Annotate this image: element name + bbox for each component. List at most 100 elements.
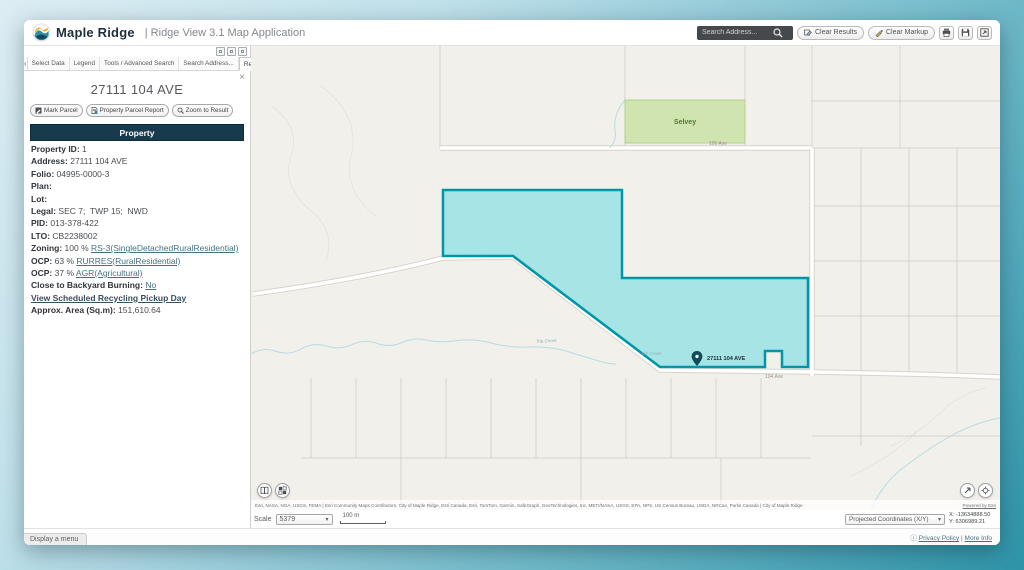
field-recycling-pickup: View Scheduled Recycling Pickup Day (31, 294, 243, 303)
results-panel: × 27111 104 AVE Mark Parcel (24, 71, 250, 315)
crosshair-icon (981, 486, 990, 495)
field-lot: Lot (31, 195, 243, 204)
mark-parcel-icon (35, 107, 42, 114)
field-zoning: Zoning100 % RS-3(SingleDetachedRuralResi… (31, 244, 243, 253)
maple-ridge-logo (32, 23, 51, 42)
app-header: Maple Ridge | Ridge View 3.1 Map Applica… (24, 20, 1000, 46)
ocp-rurres-link[interactable]: RURRES(RuralResidential) (76, 256, 180, 266)
scale-value: 5379 (280, 516, 296, 523)
owner-parcel[interactable]: Selvey (625, 100, 745, 143)
results-sidebar: ‹ Select Data Legend Tools / Advanced Se… (24, 46, 251, 528)
tab-search-address[interactable]: Search Address... (179, 57, 238, 70)
info-icon: ⓘ (910, 535, 917, 542)
map-attribution-bar: Esri, NASA, NGA, USGS, FEMA | Esri Commu… (251, 500, 1000, 510)
window-footer: ⓘ Privacy Policy | More Info (24, 528, 1000, 545)
status-hint-bubble: Display a menu (24, 533, 87, 545)
privacy-policy-link[interactable]: Privacy Policy (919, 535, 959, 542)
ocp-agr-link[interactable]: AGR(Agricultural) (76, 268, 143, 278)
report-icon (91, 107, 98, 114)
mark-parcel-button[interactable]: Mark Parcel (30, 104, 83, 117)
coordinate-system-value: Projected Coordinates (X/Y) (849, 516, 929, 523)
mark-parcel-label: Mark Parcel (44, 107, 78, 114)
sidebar-tabs: ‹ Select Data Legend Tools / Advanced Se… (24, 57, 250, 71)
owner-parcel-label: Selvey (674, 119, 696, 126)
clear-results-icon (804, 29, 812, 37)
x-coordinate: X: -13634888.50 (949, 512, 997, 519)
field-plan: Plan (31, 182, 243, 191)
powered-by-esri-link[interactable]: Powered by Esri (963, 503, 996, 508)
save-icon (961, 28, 970, 37)
field-property-id: Property ID1 (31, 145, 243, 154)
find-location-button[interactable] (978, 483, 993, 498)
zoom-to-result-label: Zoom to Result (186, 107, 229, 114)
tab-select-data[interactable]: Select Data (28, 57, 70, 70)
zoning-link[interactable]: RS-3(SingleDetachedRuralResidential) (91, 243, 238, 253)
field-ocp-rurres: OCP63 % RURRES(RuralResidential) (31, 257, 243, 266)
print-icon (942, 28, 951, 37)
close-results-icon[interactable]: × (239, 73, 245, 83)
result-actions: Mark Parcel Property Parcel Report (30, 104, 244, 117)
map-canvas[interactable]: Selvey 106 Ave 104 Ave Trib Creek Trib C… (251, 46, 1000, 510)
clear-results-label: Clear Results (815, 29, 857, 36)
expand-panel-icon[interactable] (238, 47, 247, 56)
street-label-104-ave: 104 Ave (765, 374, 783, 380)
more-info-link[interactable]: More Info (965, 535, 992, 542)
property-parcel-report-label: Property Parcel Report (100, 107, 164, 114)
basemap-grid-icon (278, 486, 287, 495)
property-fields: Property ID1 Address27111 104 AVE Folio0… (30, 141, 244, 315)
clear-markup-label: Clear Markup (886, 29, 928, 36)
search-locate-icon[interactable] (772, 27, 784, 39)
backyard-burning-link[interactable]: No (145, 280, 156, 290)
field-legal: LegalSEC 7; TWP 15; NWD (31, 207, 243, 216)
field-pid: PID013-378-422 (31, 219, 243, 228)
zoom-icon (177, 107, 184, 114)
coordinate-system-select[interactable]: Projected Coordinates (X/Y) (845, 514, 945, 525)
app-window: Maple Ridge | Ridge View 3.1 Map Applica… (24, 20, 1000, 545)
scale-select[interactable]: 5379 (276, 514, 333, 525)
panel-layout-icons (24, 46, 250, 57)
field-backyard-burning: Close to Backyard BurningNo (31, 281, 243, 290)
search-input[interactable] (702, 29, 772, 36)
scalebar: 100 m (340, 515, 386, 524)
result-pin-label: 27111 104 AVE (707, 356, 746, 362)
app-title: | Ridge View 3.1 Map Application (145, 27, 305, 39)
export-window-button[interactable] (977, 26, 992, 40)
cursor-coordinates: X: -13634888.50 Y: 6306989.21 (949, 512, 997, 525)
clear-results-button[interactable]: Clear Results (797, 26, 864, 40)
street-label-106-ave: 106 Ave (709, 141, 727, 147)
pan-mode-button[interactable] (960, 483, 975, 498)
export-window-icon (980, 28, 989, 37)
recycling-pickup-link[interactable]: View Scheduled Recycling Pickup Day (31, 293, 186, 303)
attribution-toggle-button[interactable] (257, 483, 272, 498)
address-search[interactable] (697, 26, 793, 40)
result-address-title: 27111 104 AVE (30, 82, 244, 97)
field-folio: Folio04995-0000-3 (31, 170, 243, 179)
zoom-to-result-button[interactable]: Zoom to Result (172, 104, 234, 117)
basemap-gallery-button[interactable] (275, 483, 290, 498)
attribution-text: Esri, NASA, NGA, USGS, FEMA | Esri Commu… (255, 503, 804, 508)
book-icon (260, 486, 269, 495)
scale-label: Scale (254, 516, 272, 523)
field-address: Address27111 104 AVE (31, 157, 243, 166)
y-coordinate: Y: 6306989.21 (949, 519, 997, 526)
field-ocp-agr: OCP37 % AGR(Agricultural) (31, 269, 243, 278)
pan-arrow-icon (963, 486, 972, 495)
clear-markup-icon (875, 29, 883, 37)
save-button[interactable] (958, 26, 973, 40)
tab-legend[interactable]: Legend (70, 57, 100, 70)
clear-markup-button[interactable]: Clear Markup (868, 26, 935, 40)
field-lto: LTOCB2238002 (31, 232, 243, 241)
property-section-header: Property (30, 124, 244, 141)
footer-links: ⓘ Privacy Policy | More Info (910, 532, 992, 542)
field-approx-area: Approx. Area (Sq.m)151,610.64 (31, 306, 243, 315)
print-button[interactable] (939, 26, 954, 40)
map-status-bar: Scale 5379 100 m Projected Coordinates (… (251, 510, 1000, 528)
map-base-layer: Selvey 106 Ave 104 Ave Trib Creek Trib C… (251, 46, 1000, 510)
creek-label-2: Trib Creek (641, 351, 662, 356)
scalebar-label: 100 m (343, 513, 360, 519)
undock-panel-icon[interactable] (227, 47, 236, 56)
brand-title: Maple Ridge (56, 25, 135, 40)
property-parcel-report-button[interactable]: Property Parcel Report (86, 104, 169, 117)
tab-tools-advanced-search[interactable]: Tools / Advanced Search (100, 57, 179, 70)
dock-panel-icon[interactable] (216, 47, 225, 56)
